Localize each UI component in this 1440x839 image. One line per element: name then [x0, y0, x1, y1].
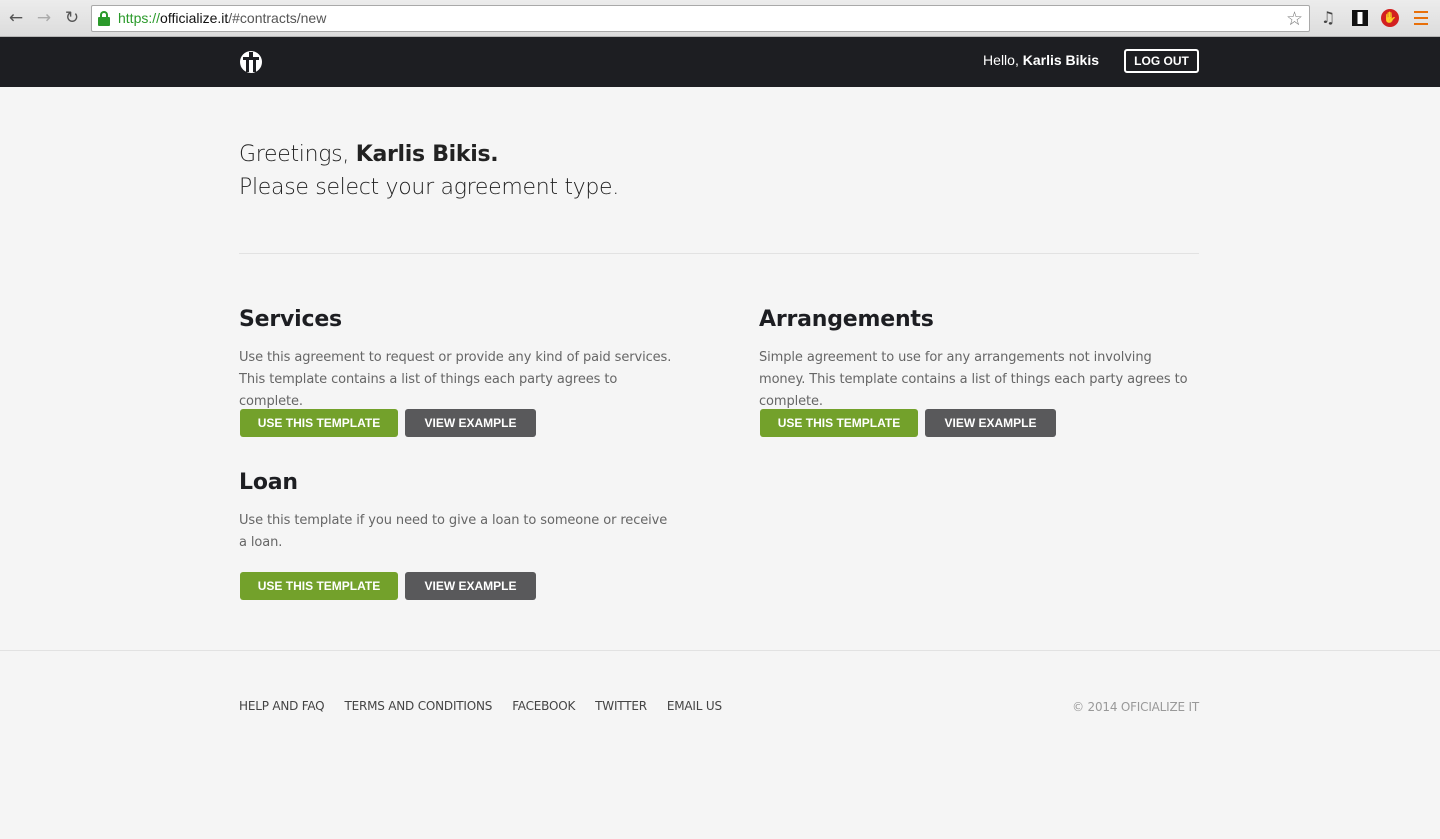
header-user-name: Karlis Bikis: [1022, 52, 1099, 68]
officialize-logo-icon[interactable]: [239, 50, 263, 74]
forward-arrow-icon[interactable]: →: [34, 8, 54, 28]
header-greeting: Hello, Karlis Bikis: [983, 52, 1099, 68]
intro-heading: Greetings, Karlis Bikis. Please select y…: [239, 138, 619, 204]
back-arrow-icon[interactable]: ←: [6, 8, 26, 28]
use-template-button[interactable]: USE THIS TEMPLATE: [240, 572, 398, 600]
footer-link-terms[interactable]: TERMS AND CONDITIONS: [344, 699, 492, 713]
music-extension-icon[interactable]: ♫: [1318, 8, 1338, 28]
footer-link-help[interactable]: HELP AND FAQ: [239, 699, 325, 713]
view-example-button[interactable]: VIEW EXAMPLE: [925, 409, 1056, 437]
section-divider: [239, 253, 1199, 254]
logout-button[interactable]: LOG OUT: [1124, 49, 1199, 73]
select-agreement-prompt: Please select your agreement type.: [239, 175, 619, 200]
template-card-services: Services Use this agreement to request o…: [239, 305, 679, 440]
view-example-button[interactable]: VIEW EXAMPLE: [405, 572, 536, 600]
bookmark-star-icon[interactable]: ☆: [1286, 7, 1303, 31]
qr-code-extension-icon[interactable]: [1350, 8, 1370, 28]
footer-link-facebook[interactable]: FACEBOOK: [512, 699, 575, 713]
footer-link-email[interactable]: EMAIL US: [667, 699, 722, 713]
address-bar[interactable]: https://officialize.it/#contracts/new ☆: [91, 5, 1310, 32]
adblock-extension-icon[interactable]: ✋: [1380, 8, 1400, 28]
footer-link-twitter[interactable]: TWITTER: [595, 699, 647, 713]
copyright-text: © 2014 OFICIALIZE IT: [1072, 700, 1199, 714]
template-description: Use this agreement to request or provide…: [239, 350, 672, 409]
use-template-button[interactable]: USE THIS TEMPLATE: [760, 409, 918, 437]
template-card-arrangements: Arrangements Simple agreement to use for…: [759, 305, 1199, 440]
template-title: Arrangements: [759, 307, 934, 332]
template-title: Services: [239, 307, 342, 332]
site-header: Hello, Karlis Bikis LOG OUT: [0, 37, 1440, 87]
template-title: Loan: [239, 470, 298, 495]
browser-menu-icon[interactable]: [1411, 8, 1431, 28]
footer-nav: HELP AND FAQ TERMS AND CONDITIONS FACEBO…: [239, 699, 722, 713]
footer-divider: [0, 650, 1440, 651]
greeting-name: Karlis Bikis.: [355, 142, 499, 167]
greeting-line: Greetings, Karlis Bikis.: [239, 142, 499, 167]
template-description: Use this template if you need to give a …: [239, 513, 668, 550]
template-description: Simple agreement to use for any arrangem…: [759, 350, 1188, 409]
url-text[interactable]: https://officialize.it/#contracts/new: [118, 10, 326, 26]
reload-icon[interactable]: ↻: [62, 8, 82, 28]
lock-icon: [98, 11, 110, 26]
template-card-loan: Loan Use this template if you need to gi…: [239, 468, 679, 603]
view-example-button[interactable]: VIEW EXAMPLE: [405, 409, 536, 437]
use-template-button[interactable]: USE THIS TEMPLATE: [240, 409, 398, 437]
browser-toolbar: ← → ↻ https://officialize.it/#contracts/…: [0, 0, 1440, 37]
